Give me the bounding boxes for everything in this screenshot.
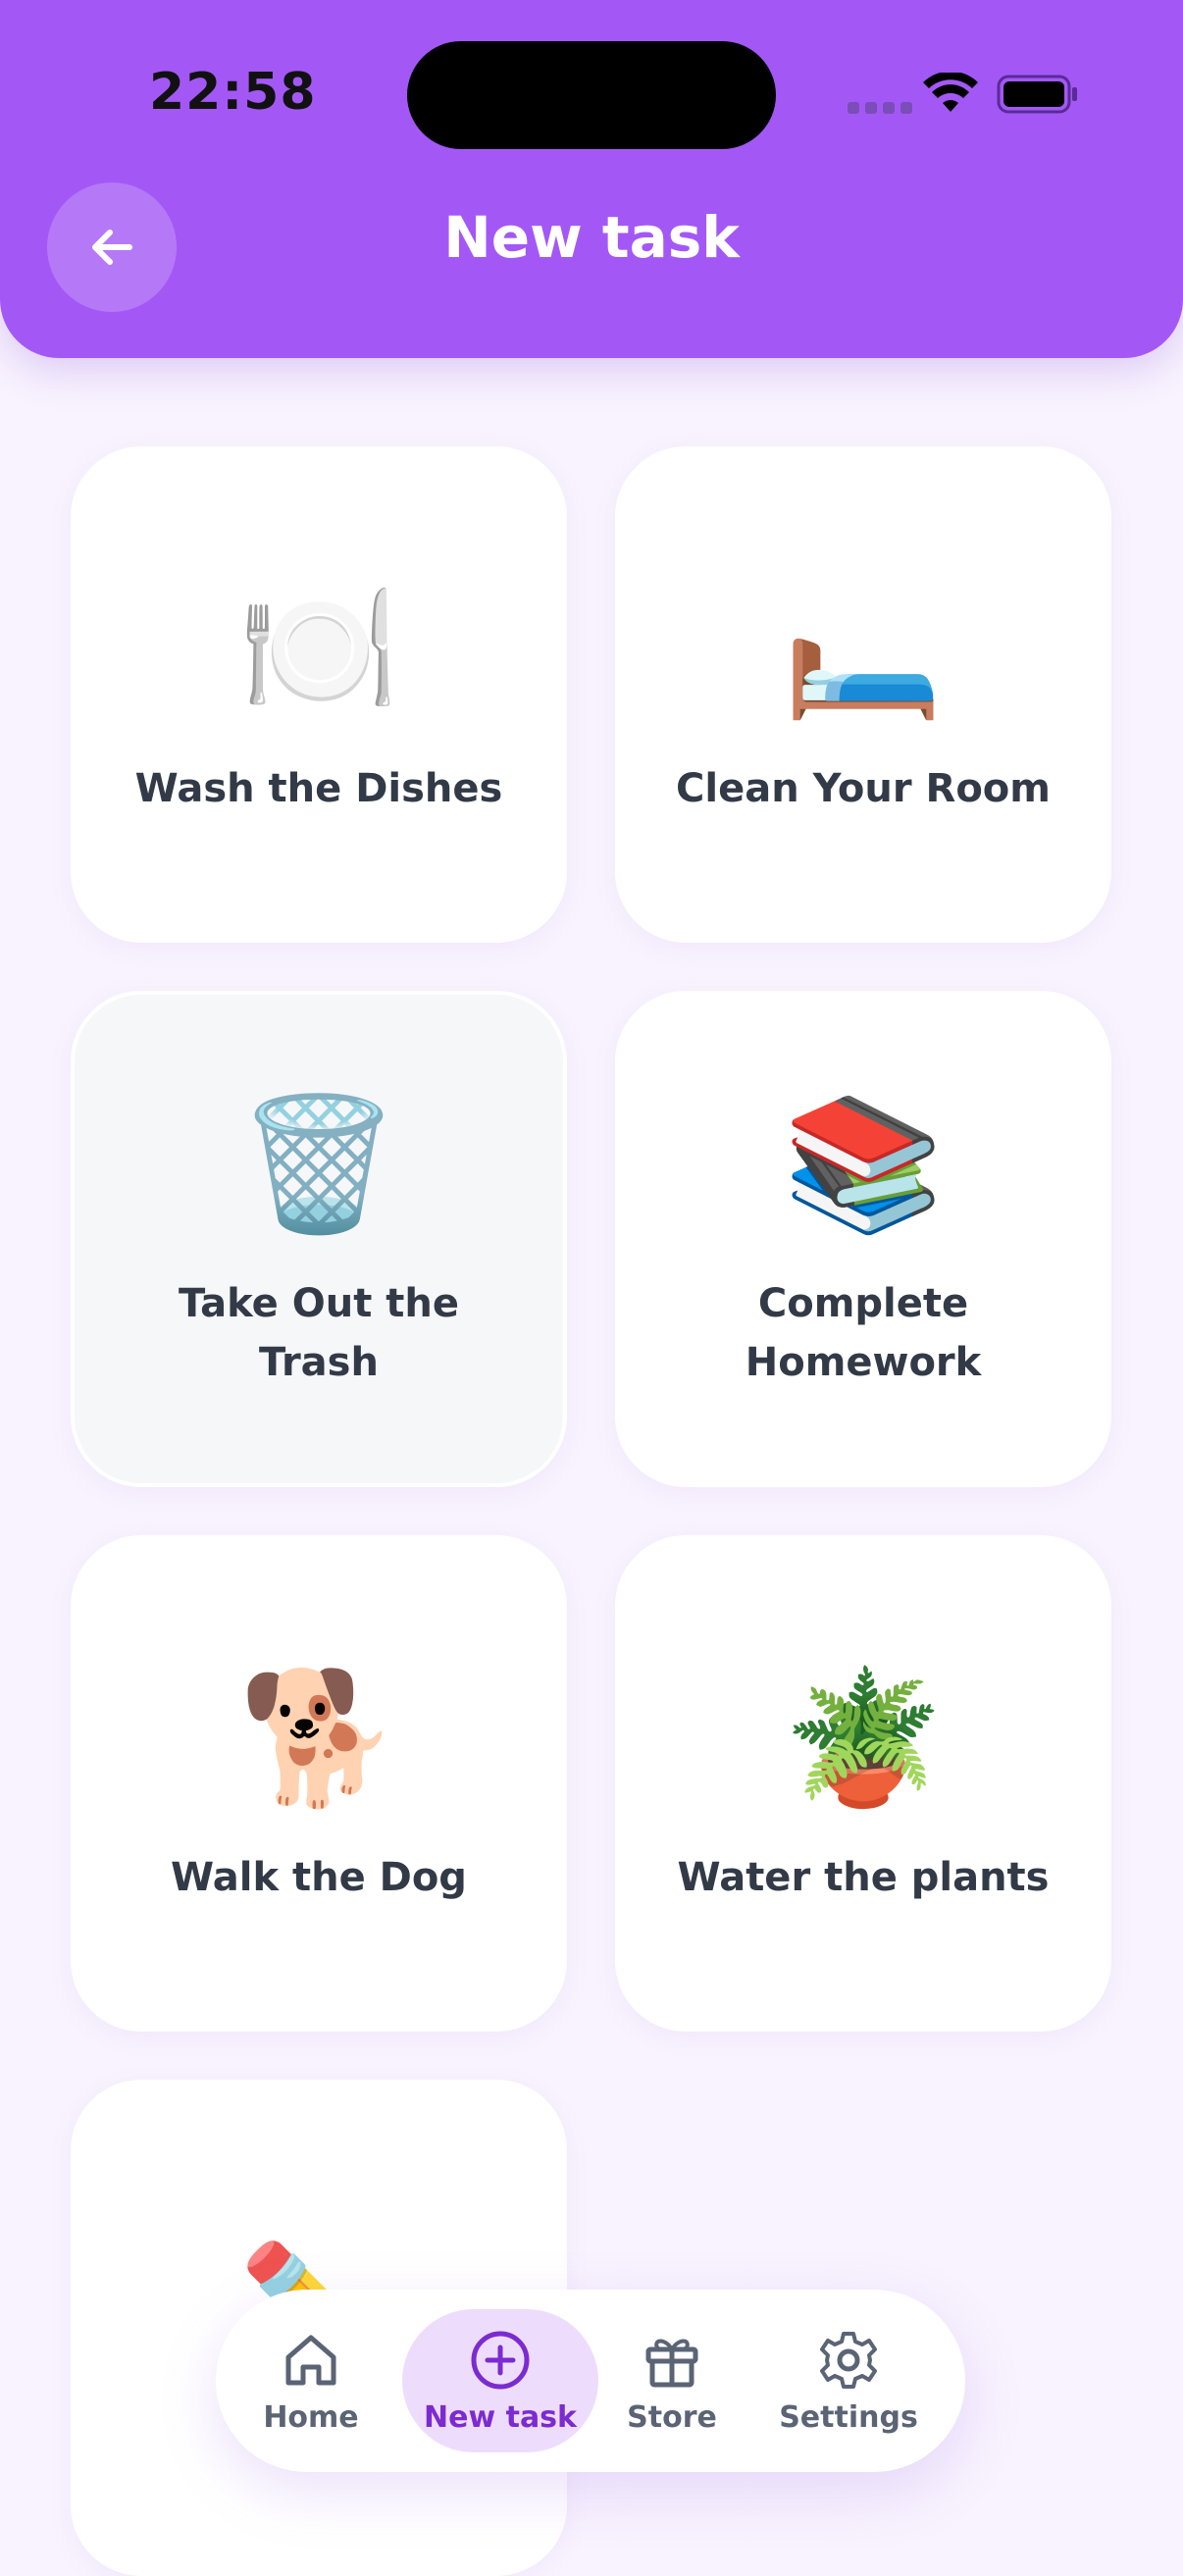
task-label: Walk the Dog — [171, 1855, 467, 1900]
plate-icon: 🍽️ — [237, 574, 400, 725]
bottom-navigation: Home New task Store Settings — [216, 2290, 965, 2472]
task-label: Complete Homework — [745, 1281, 982, 1385]
task-card-water-plants[interactable]: 🪴 Water the plants — [615, 1535, 1111, 2032]
home-icon — [285, 2335, 336, 2385]
task-card-walk-dog[interactable]: 🐕 Walk the Dog — [71, 1535, 567, 2032]
nav-item-settings[interactable]: Settings — [765, 2309, 932, 2452]
task-label: Wash the Dishes — [134, 766, 503, 811]
potted-plant-icon: 🪴 — [782, 1663, 945, 1814]
task-label: Water the plants — [677, 1855, 1050, 1900]
nav-item-home[interactable]: Home — [257, 2309, 365, 2452]
task-label: Take Out the Trash — [179, 1281, 459, 1385]
bed-icon: 🛏️ — [782, 574, 945, 725]
header-bar: 22:58 New task — [0, 0, 1183, 358]
dynamic-island — [407, 41, 776, 149]
nav-item-store[interactable]: Store — [608, 2309, 736, 2452]
nav-label-store: Store — [627, 2399, 717, 2435]
page-title: New task — [443, 204, 740, 271]
task-label: Clean Your Room — [676, 766, 1051, 811]
gift-icon — [645, 2339, 698, 2387]
nav-item-new-task[interactable]: New task — [402, 2309, 598, 2452]
gear-icon — [820, 2331, 877, 2389]
status-time: 22:58 — [149, 63, 317, 122]
cellular-signal-icon — [848, 102, 912, 114]
nav-label-settings: Settings — [779, 2399, 918, 2435]
battery-icon — [997, 75, 1077, 114]
task-card-wash-dishes[interactable]: 🍽️ Wash the Dishes — [71, 446, 567, 943]
plus-circle-icon — [471, 2331, 530, 2389]
task-card-take-out-trash[interactable]: 🗑️ Take Out the Trash — [71, 991, 567, 1487]
wifi-icon — [923, 73, 978, 112]
books-icon: 📚 — [782, 1089, 945, 1240]
nav-label-new-task: New task — [423, 2399, 577, 2435]
wastebasket-icon: 🗑️ — [237, 1089, 400, 1240]
task-card-clean-room[interactable]: 🛏️ Clean Your Room — [615, 446, 1111, 943]
nav-label-home: Home — [263, 2399, 359, 2435]
dog-icon: 🐕 — [237, 1663, 400, 1814]
task-card-complete-homework[interactable]: 📚 Complete Homework — [615, 991, 1111, 1487]
